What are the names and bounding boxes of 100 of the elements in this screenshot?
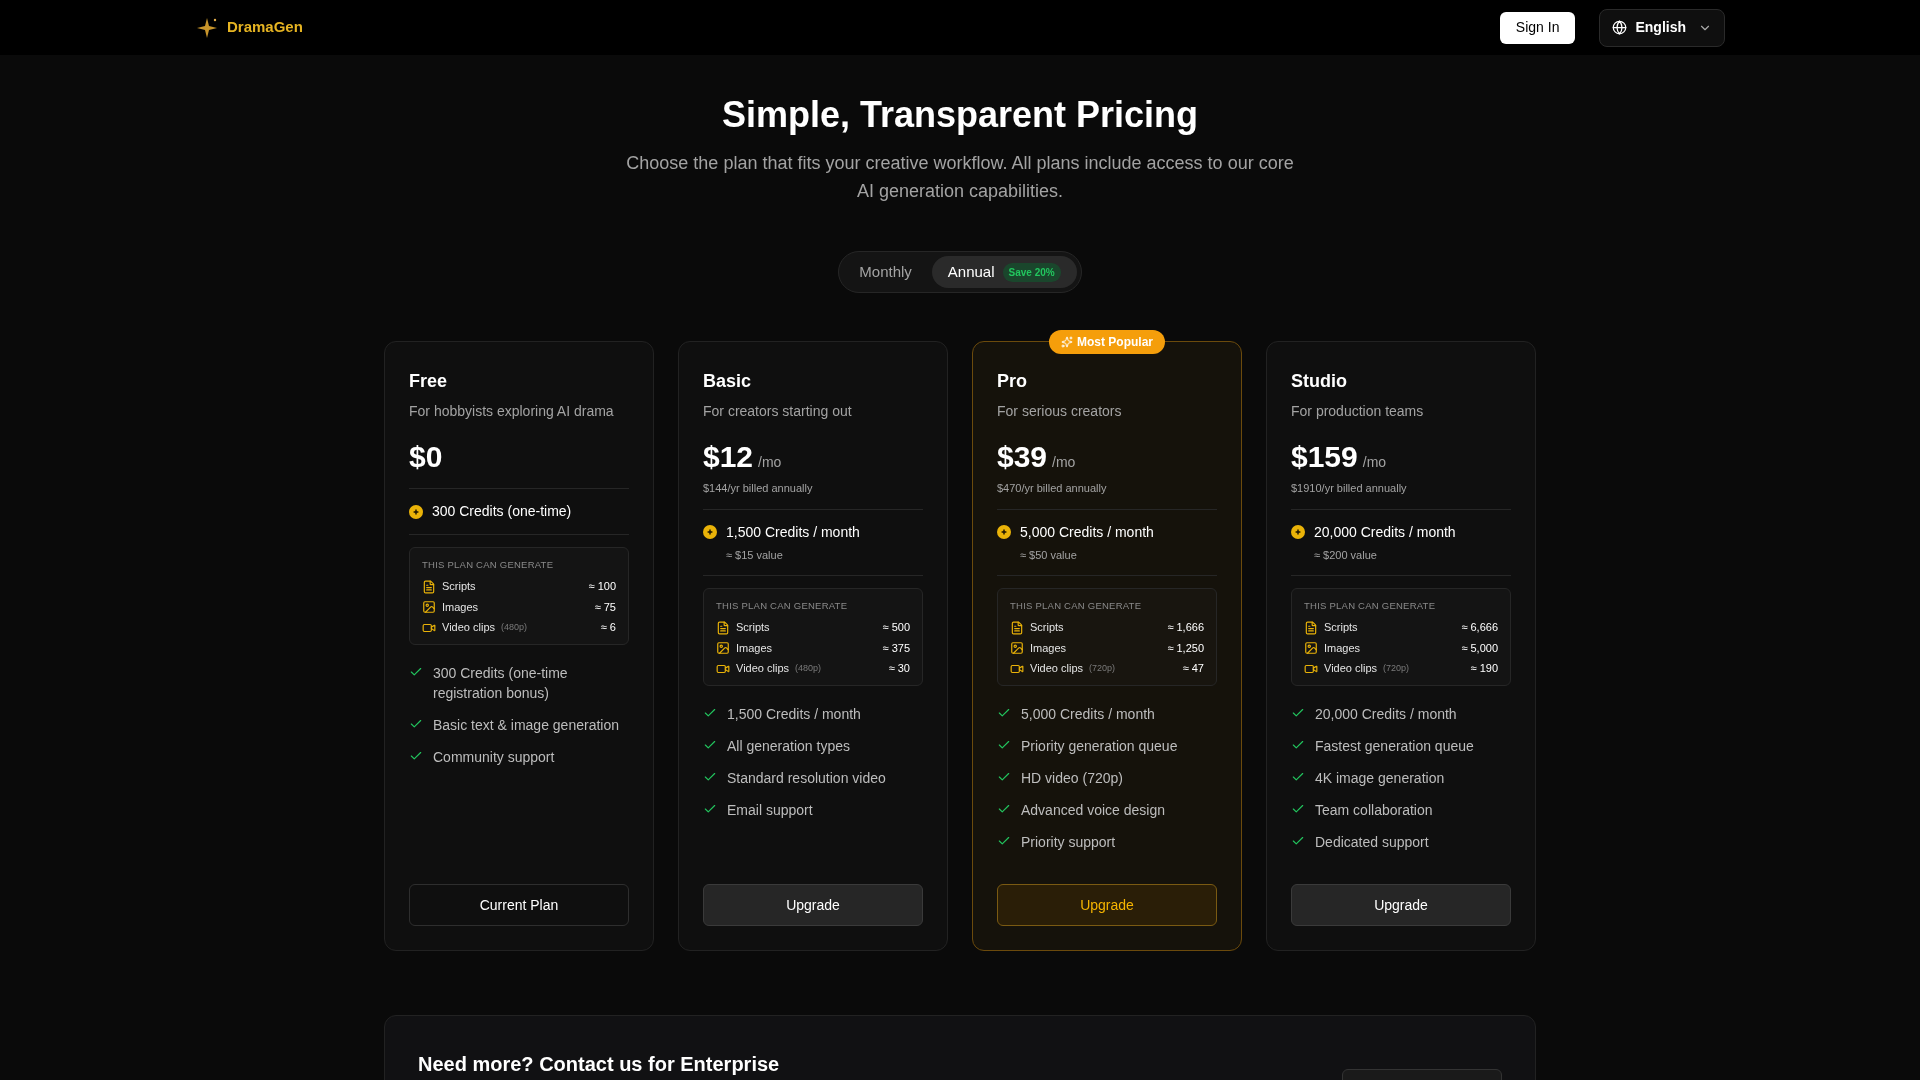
plan-button[interactable]: Upgrade [997, 884, 1217, 926]
feature-text: Community support [433, 747, 555, 767]
output-amount: ≈ 375 [882, 640, 910, 656]
billing-option[interactable]: Monthly [843, 256, 928, 288]
billing-note: $144/yr billed annually [703, 481, 813, 496]
feature-text: 4K image generation [1315, 768, 1445, 788]
plan-price: $159 [1291, 439, 1358, 475]
document-icon [1010, 620, 1024, 635]
feature-text: Dedicated support [1315, 832, 1429, 852]
plan-tagline: For creators starting out [703, 402, 852, 421]
credit-coin-icon [997, 525, 1011, 539]
plan-tagline: For serious creators [997, 402, 1122, 421]
output-type: Images [442, 599, 479, 615]
feature-text: Team collaboration [1315, 800, 1433, 820]
credits-amount: 300 Credits (one-time) [432, 502, 572, 521]
plan-tagline: For hobbyists exploring AI drama [409, 402, 614, 421]
feature-text: Standard resolution video [727, 768, 886, 788]
output-type: Images [1324, 640, 1361, 656]
output-type: Scripts [442, 579, 476, 595]
resolution-note: (480p) [795, 661, 821, 675]
feature-text: 20,000 Credits / month [1315, 704, 1457, 724]
feature-text: Priority support [1021, 832, 1116, 852]
output-type: Video clips [1030, 661, 1083, 677]
output-type: Scripts [1324, 620, 1358, 636]
output-amount: ≈ 1,250 [1167, 640, 1204, 656]
image-icon [1304, 641, 1318, 655]
output-type: Video clips [736, 661, 789, 677]
price-period: /mo [1052, 453, 1076, 472]
panel-heading: THIS PLAN CAN GENERATE [1010, 599, 1142, 613]
output-type: Images [1030, 640, 1067, 656]
plan-button[interactable]: Upgrade [1291, 884, 1511, 926]
panel-heading: THIS PLAN CAN GENERATE [716, 599, 848, 613]
credit-coin-icon [703, 525, 717, 539]
credit-coin-icon [409, 504, 423, 519]
enterprise-title: Need more? Contact us for Enterprise [418, 1052, 780, 1077]
image-icon [1010, 641, 1024, 655]
page-subtitle: Choose the plan that fits your creative workflow. All plans include access to our core AI generation capabilities. [625, 152, 1295, 203]
price-period: /mo [758, 453, 782, 472]
output-type: Scripts [736, 620, 770, 636]
billing-note: $470/yr billed annually [997, 481, 1107, 496]
output-type: Scripts [1030, 620, 1064, 636]
output-amount: ≈ 190 [1470, 661, 1498, 677]
plan-tagline: For production teams [1291, 402, 1424, 421]
feature-text: Advanced voice design [1021, 800, 1165, 820]
resolution-note: (480p) [501, 620, 527, 634]
plan-name: Pro [997, 370, 1027, 393]
plan-name: Free [409, 370, 448, 393]
feature-text: All generation types [727, 736, 850, 756]
output-amount: ≈ 1,666 [1167, 620, 1204, 636]
credits-value: ≈ $15 value [726, 547, 783, 563]
credit-coin-icon [1291, 525, 1305, 539]
credits-value: ≈ $200 value [1314, 547, 1377, 563]
plan-name: Basic [703, 370, 752, 393]
output-amount: ≈ 6,666 [1461, 620, 1498, 636]
plan-price: $0 [409, 439, 443, 475]
document-icon [1304, 620, 1318, 635]
output-amount: ≈ 47 [1182, 661, 1204, 677]
feature-text: Email support [727, 800, 813, 820]
resolution-note: (720p) [1089, 661, 1115, 675]
credits-value: ≈ $50 value [1020, 547, 1077, 563]
resolution-note: (720p) [1383, 661, 1409, 675]
plan-button[interactable]: Upgrade [703, 884, 923, 926]
output-type: Images [736, 640, 773, 656]
feature-text: HD video (720p) [1021, 768, 1123, 788]
output-amount: ≈ 5,000 [1461, 640, 1498, 656]
billing-option[interactable]: Annual Save 20% [931, 256, 1077, 288]
sparkle-icon [1061, 336, 1073, 348]
document-icon [716, 620, 730, 635]
badge-label: Most Popular [1077, 334, 1153, 351]
feature-text: 1,500 Credits / month [727, 704, 861, 724]
output-amount: ≈ 6 [600, 620, 616, 636]
document-icon [422, 579, 436, 594]
feature-text: Priority generation queue [1021, 736, 1178, 756]
feature-text: Basic text & image generation [433, 715, 619, 735]
panel-heading: THIS PLAN CAN GENERATE [422, 558, 554, 572]
output-amount: ≈ 30 [888, 661, 910, 677]
globe-icon [1612, 20, 1628, 35]
sign-in-button[interactable]: Sign In [1499, 11, 1576, 44]
output-type: Video clips [442, 620, 495, 636]
output-amount: ≈ 75 [594, 599, 616, 615]
output-type: Video clips [1324, 661, 1377, 677]
image-icon [422, 600, 436, 614]
image-icon [716, 641, 730, 655]
panel-heading: THIS PLAN CAN GENERATE [1304, 599, 1436, 613]
price-period: /mo [1362, 453, 1387, 472]
plan-button[interactable]: Current Plan [409, 884, 629, 926]
output-amount: ≈ 100 [588, 579, 616, 595]
feature-text: 300 Credits (one-time registration bonus) [433, 663, 569, 703]
page-title: Simple, Transparent Pricing [721, 93, 1199, 137]
brand-name[interactable]: DramaGen [227, 16, 303, 39]
plan-price: $12 [703, 439, 754, 475]
output-amount: ≈ 500 [882, 620, 910, 636]
credits-amount: 5,000 Credits / month [1020, 522, 1154, 542]
feature-text: Fastest generation queue [1315, 736, 1474, 756]
save-badge: Save 20% [1002, 262, 1061, 282]
billing-note: $1910/yr billed annually [1291, 481, 1407, 496]
language-selector[interactable]: English [1599, 8, 1725, 47]
plan-name: Studio [1291, 370, 1347, 393]
credits-amount: 1,500 Credits / month [726, 522, 860, 542]
feature-text: 5,000 Credits / month [1021, 704, 1155, 724]
